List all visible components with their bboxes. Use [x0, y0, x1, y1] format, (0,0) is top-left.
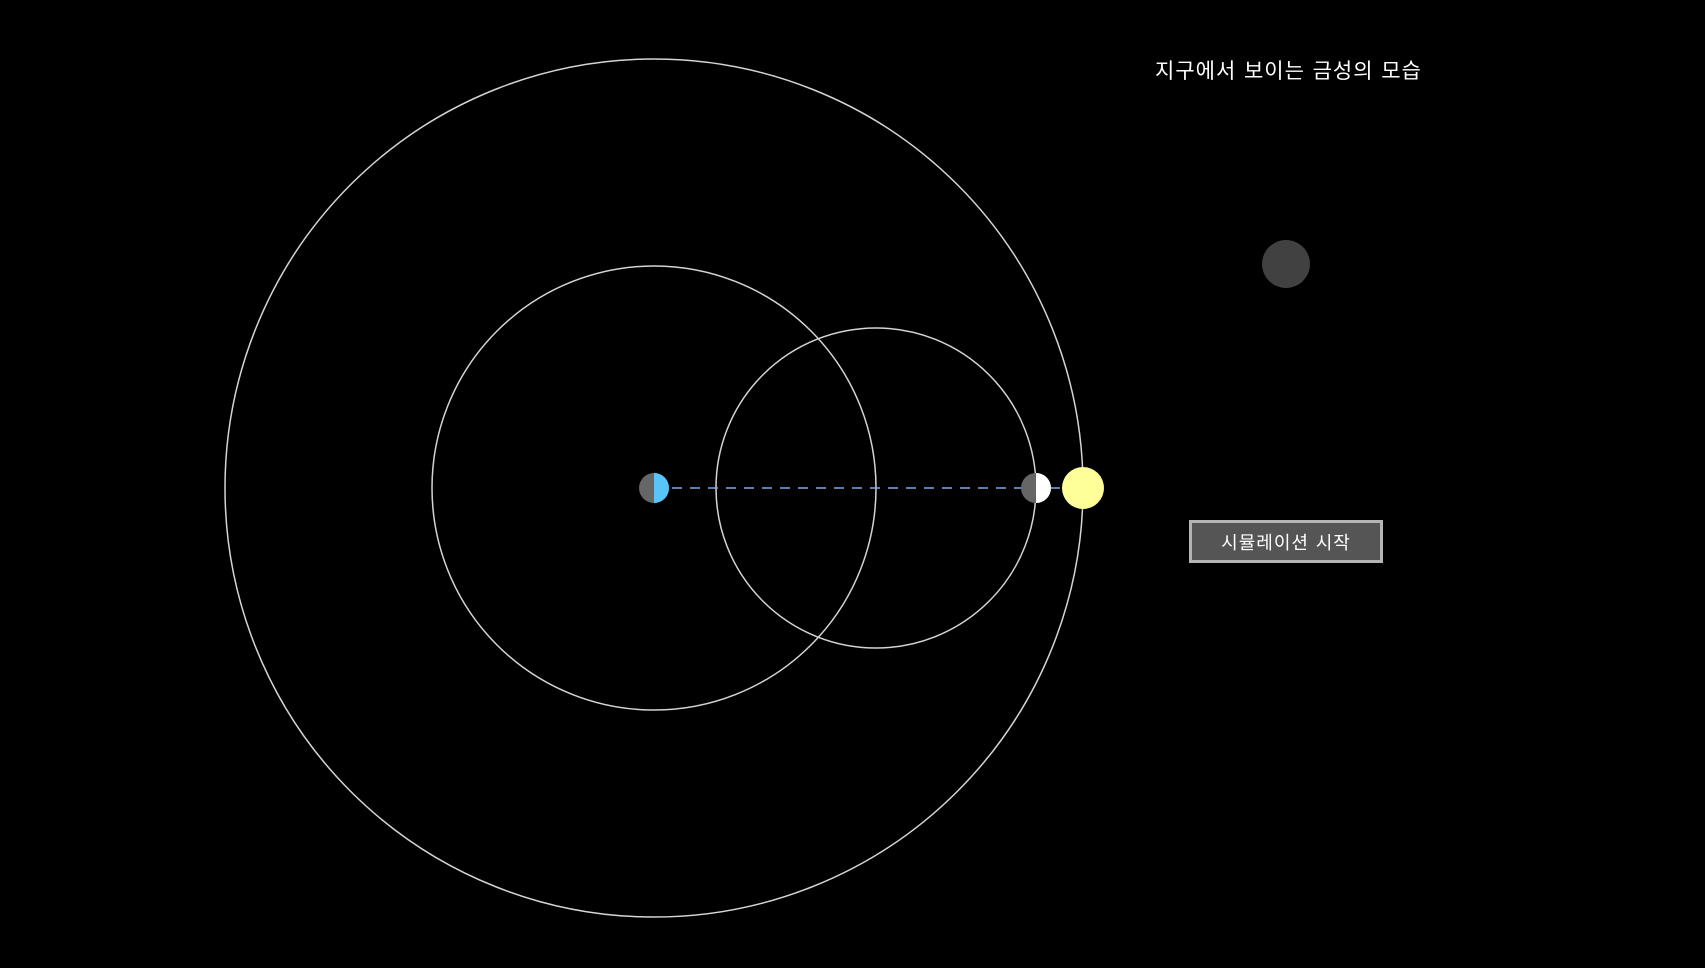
orbit-diagram — [224, 58, 1104, 918]
page-title: 지구에서 보이는 금성의 모습 — [1155, 59, 1422, 83]
start-simulation-button[interactable]: 시뮬레이션 시작 — [1189, 520, 1383, 563]
sun — [1062, 467, 1104, 509]
venus-phase-view — [1262, 240, 1310, 288]
earth — [639, 473, 669, 503]
venus — [1021, 473, 1051, 503]
